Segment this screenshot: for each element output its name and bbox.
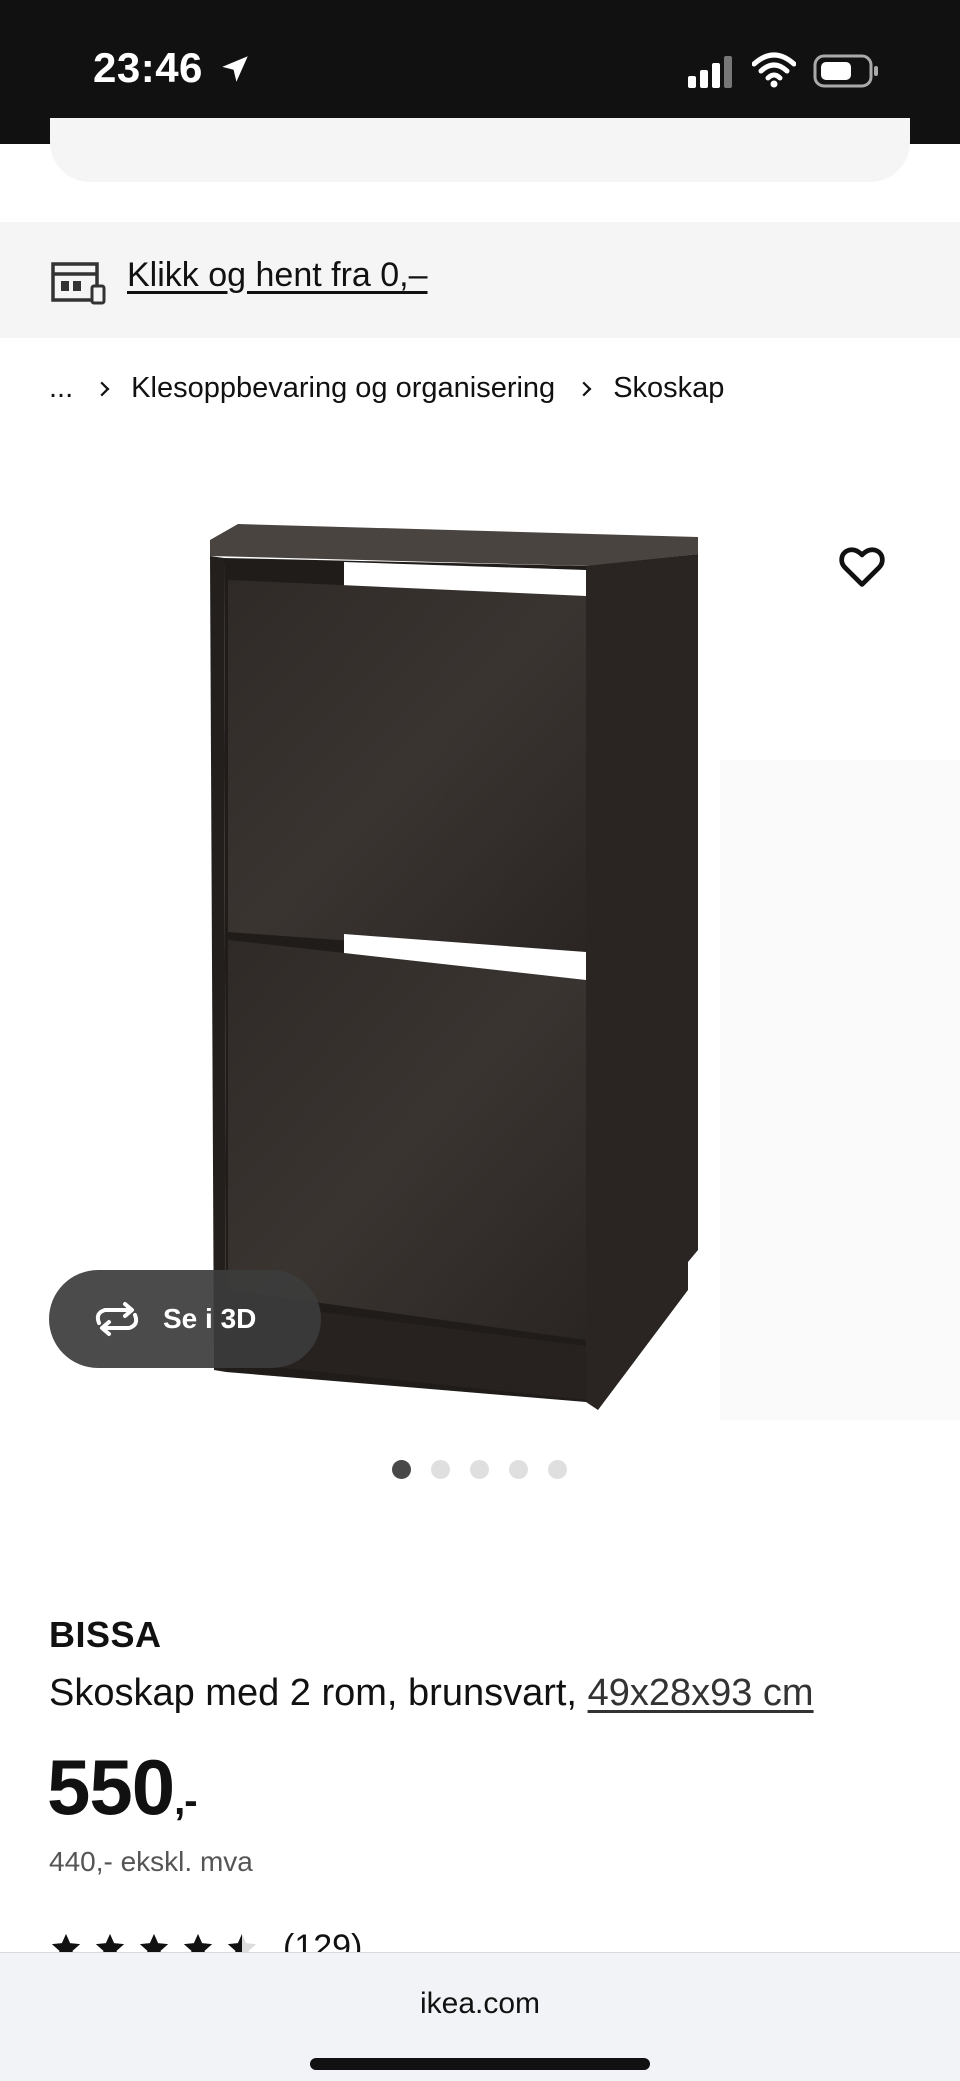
- gallery-dot-4[interactable]: [509, 1460, 528, 1479]
- location-arrow-icon: [222, 56, 248, 82]
- product-description: Skoskap med 2 rom, brunsvart, 49x28x93 c…: [49, 1672, 814, 1715]
- heart-icon[interactable]: [836, 540, 888, 592]
- chevron-right-icon: [576, 381, 592, 396]
- price-main: 550: [47, 1743, 175, 1831]
- price-suffix: ,-: [174, 1779, 197, 1823]
- price-excl-vat: 440,- ekskl. mva: [49, 1846, 253, 1877]
- home-indicator: [310, 2058, 650, 2070]
- view-3d-label: Se i 3D: [163, 1303, 257, 1334]
- view-3d-button[interactable]: Se i 3D: [49, 1270, 321, 1368]
- click-collect-link[interactable]: Klikk og hent fra 0,–: [127, 256, 428, 295]
- battery-icon: [813, 54, 878, 88]
- store-pickup-icon: [51, 262, 106, 305]
- breadcrumb-item-category[interactable]: Klesoppbevaring og organisering: [131, 372, 555, 405]
- breadcrumb-item-current[interactable]: Skoskap: [613, 372, 724, 405]
- gallery-dot-3[interactable]: [470, 1460, 489, 1479]
- chevron-right-icon: [94, 381, 110, 396]
- click-collect-banner[interactable]: Klikk og hent fra 0,–: [0, 222, 960, 338]
- browser-url[interactable]: ikea.com: [0, 1987, 960, 2021]
- gallery-pagination: [392, 1460, 567, 1479]
- status-time: 23:46: [93, 44, 203, 91]
- browser-address-bar[interactable]: ikea.com: [0, 1952, 960, 2081]
- product-price: 550,-: [47, 1742, 198, 1833]
- rotate-3d-icon: [95, 1302, 139, 1336]
- gallery-dot-1[interactable]: [392, 1460, 411, 1479]
- gallery-dot-5[interactable]: [548, 1460, 567, 1479]
- wifi-icon: [752, 52, 796, 88]
- product-description-text: Skoskap med 2 rom, brunsvart,: [49, 1672, 577, 1714]
- breadcrumb-ellipsis[interactable]: ...: [49, 372, 73, 405]
- breadcrumb: ... Klesoppbevaring og organisering Skos…: [49, 372, 724, 405]
- product-brand: BISSA: [49, 1614, 162, 1655]
- gallery-dot-2[interactable]: [431, 1460, 450, 1479]
- search-bar[interactable]: [50, 118, 910, 182]
- product-dimensions-link[interactable]: 49x28x93 cm: [588, 1672, 814, 1714]
- cellular-signal-icon: [688, 56, 732, 88]
